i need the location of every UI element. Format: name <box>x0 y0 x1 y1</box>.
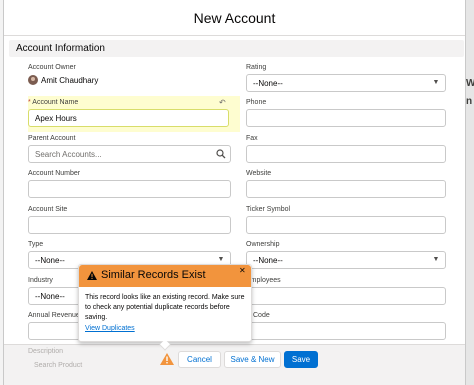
account-site-label: Account Site <box>28 206 68 213</box>
undo-icon[interactable]: ↶ <box>219 99 227 107</box>
save-and-new-button[interactable]: Save & New <box>224 351 281 368</box>
duplicate-warning-popover: Similar Records Exist ✕ This record look… <box>78 264 252 351</box>
parent-account-search-input[interactable]: Search Accounts... <box>28 145 231 163</box>
account-number-input[interactable] <box>28 180 231 198</box>
chevron-down-icon: ▼ <box>432 256 440 263</box>
faded-field-label: Description <box>28 348 64 355</box>
account-owner-name[interactable]: Amit Chaudhary <box>41 76 98 85</box>
cancel-button[interactable]: Cancel <box>178 351 221 368</box>
warning-icon <box>87 271 97 280</box>
rating-value: --None-- <box>253 79 283 88</box>
avatar <box>28 75 38 85</box>
type-label: Type <box>28 241 44 248</box>
warning-icon[interactable] <box>160 353 174 365</box>
rating-label: Rating <box>246 64 267 71</box>
popover-title: Similar Records Exist <box>101 269 206 281</box>
popover-message: This record looks like an existing recor… <box>85 294 245 321</box>
ticker-symbol-input[interactable] <box>246 216 446 234</box>
fax-input[interactable] <box>246 145 446 163</box>
account-owner-label: Account Owner <box>28 64 76 71</box>
ownership-label: Ownership <box>246 241 280 248</box>
section-header[interactable]: Account Information <box>9 40 464 57</box>
phone-label: Phone <box>246 99 267 106</box>
ownership-value: --None-- <box>253 256 283 265</box>
account-name-input[interactable]: Apex Hours <box>28 109 229 127</box>
sic-code-input[interactable] <box>246 322 446 340</box>
parent-account-placeholder: Search Accounts... <box>35 150 102 159</box>
account-name-label-text: Account Name <box>32 99 79 106</box>
background-text: n <box>466 96 473 107</box>
background-page-strip <box>466 0 474 385</box>
rating-select[interactable]: --None-- ▼ <box>246 74 446 92</box>
ticker-symbol-label: Ticker Symbol <box>246 206 291 213</box>
required-marker: * <box>28 99 31 106</box>
account-name-label: * Account Name <box>28 99 78 106</box>
section-title: Account Information <box>16 43 105 54</box>
parent-account-label: Parent Account <box>28 135 76 142</box>
website-label: Website <box>246 170 272 177</box>
new-account-modal: New Account Account Information Account … <box>3 0 466 385</box>
phone-input[interactable] <box>246 109 446 127</box>
ownership-select[interactable]: --None-- ▼ <box>246 251 446 269</box>
search-icon[interactable] <box>216 149 226 159</box>
save-button[interactable]: Save <box>284 351 318 368</box>
faded-field-value: Search Product <box>34 362 83 369</box>
account-number-label: Account Number <box>28 170 81 177</box>
modal-title: New Account <box>193 10 276 26</box>
close-icon[interactable]: ✕ <box>239 267 247 275</box>
modal-header: New Account <box>4 0 465 36</box>
industry-label: Industry <box>28 277 53 284</box>
fax-label: Fax <box>246 135 258 142</box>
account-site-input[interactable] <box>28 216 231 234</box>
industry-value: --None-- <box>35 292 65 301</box>
annual-revenue-label: Annual Revenue <box>28 312 80 319</box>
view-duplicates-link[interactable]: View Duplicates <box>85 325 135 332</box>
type-value: --None-- <box>35 256 65 265</box>
website-input[interactable] <box>246 180 446 198</box>
popover-header: Similar Records Exist ✕ <box>79 265 251 287</box>
chevron-down-icon: ▼ <box>432 79 440 86</box>
background-text: W <box>466 78 474 89</box>
chevron-down-icon: ▼ <box>217 256 225 263</box>
employees-input[interactable] <box>246 287 446 305</box>
